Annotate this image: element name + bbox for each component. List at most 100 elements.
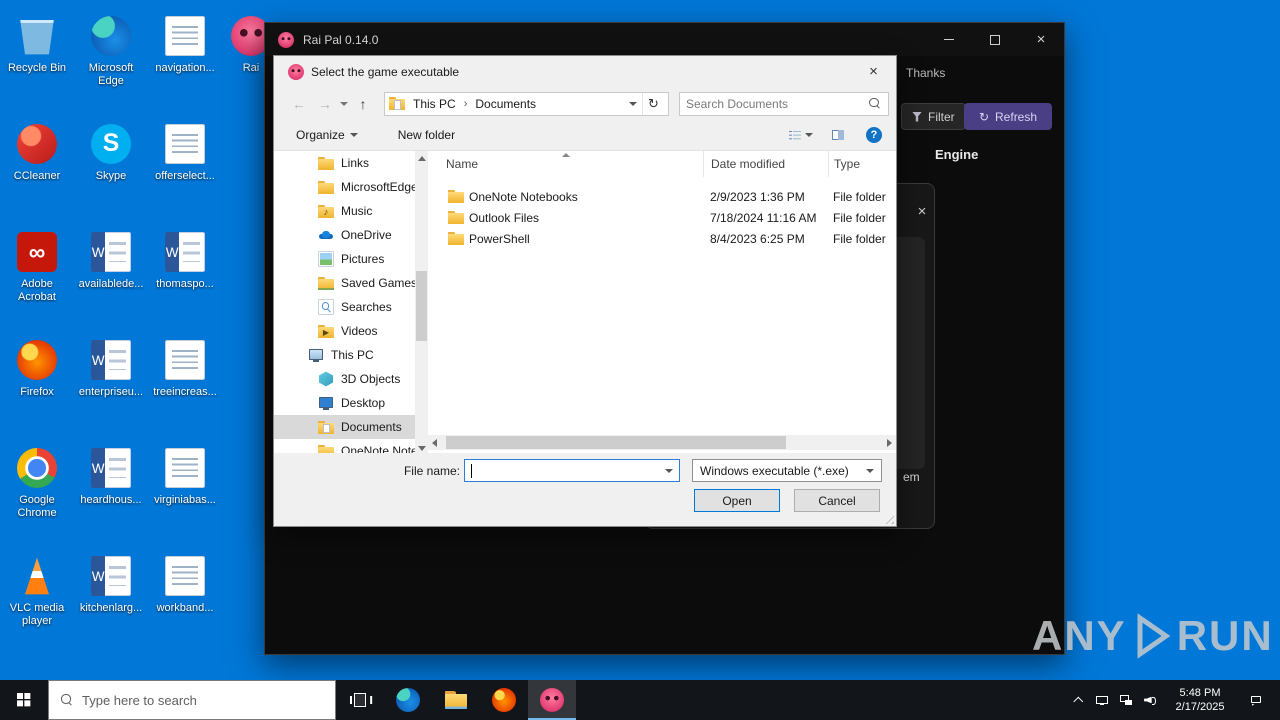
- sidebar-scrollbar[interactable]: [415, 151, 428, 455]
- tray-display-button[interactable]: [1090, 680, 1114, 720]
- resize-grip[interactable]: [882, 512, 894, 524]
- sidebar-item[interactable]: OneDrive: [274, 223, 415, 247]
- file-type-value: Windows executable (*.exe): [700, 463, 849, 478]
- desktop-icon[interactable]: Firefox: [0, 332, 74, 432]
- search-input[interactable]: [686, 96, 864, 111]
- desktop-icon[interactable]: Recycle Bin: [0, 8, 74, 108]
- desktop-icon[interactable]: Adobe Acrobat: [0, 224, 74, 324]
- desktop-icon[interactable]: navigation...: [148, 8, 222, 108]
- tray-volume-button[interactable]: [1138, 680, 1162, 720]
- file-type-select[interactable]: Windows executable (*.exe): [692, 459, 882, 482]
- scrollbar-thumb[interactable]: [446, 436, 786, 449]
- new-folder-button[interactable]: New folder: [390, 124, 463, 146]
- sidebar-item[interactable]: Desktop: [274, 391, 415, 415]
- desktop-icon-label: Skype: [95, 170, 127, 182]
- file-row[interactable]: Outlook Files 7/18/2024 11:16 AM File fo…: [428, 207, 896, 228]
- desktop-icon[interactable]: heardhous...: [74, 440, 148, 540]
- sidebar-item[interactable]: Videos: [274, 319, 415, 343]
- back-button[interactable]: ←: [286, 91, 312, 117]
- desktop-icon[interactable]: offerselect...: [148, 116, 222, 216]
- tray-network-button[interactable]: [1114, 680, 1138, 720]
- desktop-icon[interactable]: availablede...: [74, 224, 148, 324]
- cancel-button[interactable]: Cancel: [794, 489, 880, 512]
- start-button[interactable]: [0, 680, 48, 720]
- desktop-icon[interactable]: kitchenlarg...: [74, 548, 148, 648]
- sidebar-item[interactable]: Links: [274, 151, 415, 175]
- open-button[interactable]: Open: [694, 489, 780, 512]
- refresh-button[interactable]: ↻ Refresh: [964, 103, 1052, 130]
- column-header-date-modified[interactable]: Date modified: [703, 151, 828, 177]
- dialog-close-button[interactable]: ×: [851, 56, 896, 87]
- desktop-icon[interactable]: thomaspo...: [148, 224, 222, 324]
- close-window-button[interactable]: ×: [1018, 23, 1064, 56]
- panel-close-button[interactable]: ×: [913, 202, 931, 220]
- desktop-icon-column-1: Recycle Bin CCleaner Adobe Acrobat Firef…: [0, 8, 74, 648]
- sidebar-item[interactable]: This PC: [274, 343, 415, 367]
- desktop-icon[interactable]: treeincreas...: [148, 332, 222, 432]
- file-name-dropdown-caret-icon[interactable]: [665, 468, 673, 473]
- desktop-icon[interactable]: Microsoft Edge: [74, 8, 148, 108]
- file-name-text: Outlook Files: [469, 210, 540, 225]
- breadcrumb-documents[interactable]: Documents: [472, 97, 539, 111]
- recent-locations-caret-icon[interactable]: [340, 101, 348, 106]
- address-bar[interactable]: This PC › Documents ↻: [384, 91, 669, 116]
- action-center-button[interactable]: [1238, 680, 1274, 720]
- sidebar-item[interactable]: Saved Games: [274, 271, 415, 295]
- desktop-icon[interactable]: workband...: [148, 548, 222, 648]
- column-header-type[interactable]: Type: [828, 151, 896, 177]
- preview-pane-button[interactable]: [826, 125, 850, 145]
- desktop-icon-label: offerselect...: [155, 170, 215, 182]
- tray-expand-button[interactable]: [1066, 680, 1090, 720]
- sidebar-item[interactable]: Searches: [274, 295, 415, 319]
- minimize-button[interactable]: [926, 23, 972, 56]
- help-button[interactable]: [866, 127, 882, 143]
- address-dropdown-caret-icon[interactable]: [629, 101, 637, 106]
- filter-button[interactable]: Filter: [901, 103, 966, 130]
- taskbar-app-button[interactable]: [384, 680, 432, 720]
- taskbar-app-button[interactable]: [480, 680, 528, 720]
- file-row[interactable]: PowerShell 8/4/2023 6:25 PM File folder: [428, 228, 896, 249]
- scroll-up-button[interactable]: [415, 151, 428, 165]
- taskbar-app-button[interactable]: [528, 680, 576, 720]
- thanks-link[interactable]: Thanks: [906, 66, 945, 80]
- taskbar-clock[interactable]: 5:48 PM 2/17/2025: [1162, 680, 1238, 720]
- desktop-icon-label: kitchenlarg...: [79, 602, 143, 614]
- view-mode-button[interactable]: [783, 125, 818, 145]
- navigation-pane: Links MicrosoftEdgeB Music OneDr: [274, 151, 415, 455]
- sidebar-item[interactable]: 3D Objects: [274, 367, 415, 391]
- breadcrumb-this-pc[interactable]: This PC: [410, 97, 459, 111]
- scroll-left-button[interactable]: [428, 435, 441, 450]
- file-date-cell: 8/4/2023 6:25 PM: [710, 231, 805, 246]
- sidebar-item[interactable]: Music: [274, 199, 415, 223]
- desktop-icon[interactable]: enterpriseu...: [74, 332, 148, 432]
- desktop-icon[interactable]: Skype: [74, 116, 148, 216]
- file-row[interactable]: OneNote Notebooks 2/9/2023 1:36 PM File …: [428, 186, 896, 207]
- sidebar-item[interactable]: Documents: [274, 415, 415, 439]
- file-name-cell: OneNote Notebooks: [428, 189, 703, 205]
- sidebar-item[interactable]: MicrosoftEdgeB: [274, 175, 415, 199]
- scrollbar-thumb[interactable]: [416, 271, 427, 341]
- sidebar-item[interactable]: Pictures: [274, 247, 415, 271]
- file-list: Name Date modified Type OneNote Notebook…: [428, 151, 896, 455]
- file-list-scrollbar[interactable]: [428, 435, 896, 450]
- file-name-input[interactable]: [464, 459, 680, 482]
- dialog-titlebar[interactable]: Select the game executable: [274, 56, 896, 87]
- volume-icon: [1143, 693, 1157, 707]
- forward-button[interactable]: →: [312, 91, 338, 117]
- desktop-icon[interactable]: VLC media player: [0, 548, 74, 648]
- taskbar-app-button[interactable]: [336, 680, 384, 720]
- column-header-name[interactable]: Name: [428, 151, 703, 177]
- up-button[interactable]: ↑: [350, 91, 376, 117]
- taskbar-app-button[interactable]: [432, 680, 480, 720]
- dialog-footer: File name: Windows executable (*.exe) Op…: [274, 453, 896, 526]
- scroll-right-button[interactable]: [883, 435, 896, 450]
- firefox-icon: [17, 340, 57, 380]
- desktop-icon[interactable]: virginiabas...: [148, 440, 222, 540]
- address-refresh-button[interactable]: ↻: [642, 92, 664, 115]
- taskbar-search-input[interactable]: [82, 692, 324, 708]
- desktop-icon[interactable]: CCleaner: [0, 116, 74, 216]
- desktop-icon[interactable]: Google Chrome: [0, 440, 74, 540]
- file-date-cell: 2/9/2023 1:36 PM: [710, 189, 805, 204]
- maximize-button[interactable]: [972, 23, 1018, 56]
- organize-button[interactable]: Organize: [288, 124, 366, 146]
